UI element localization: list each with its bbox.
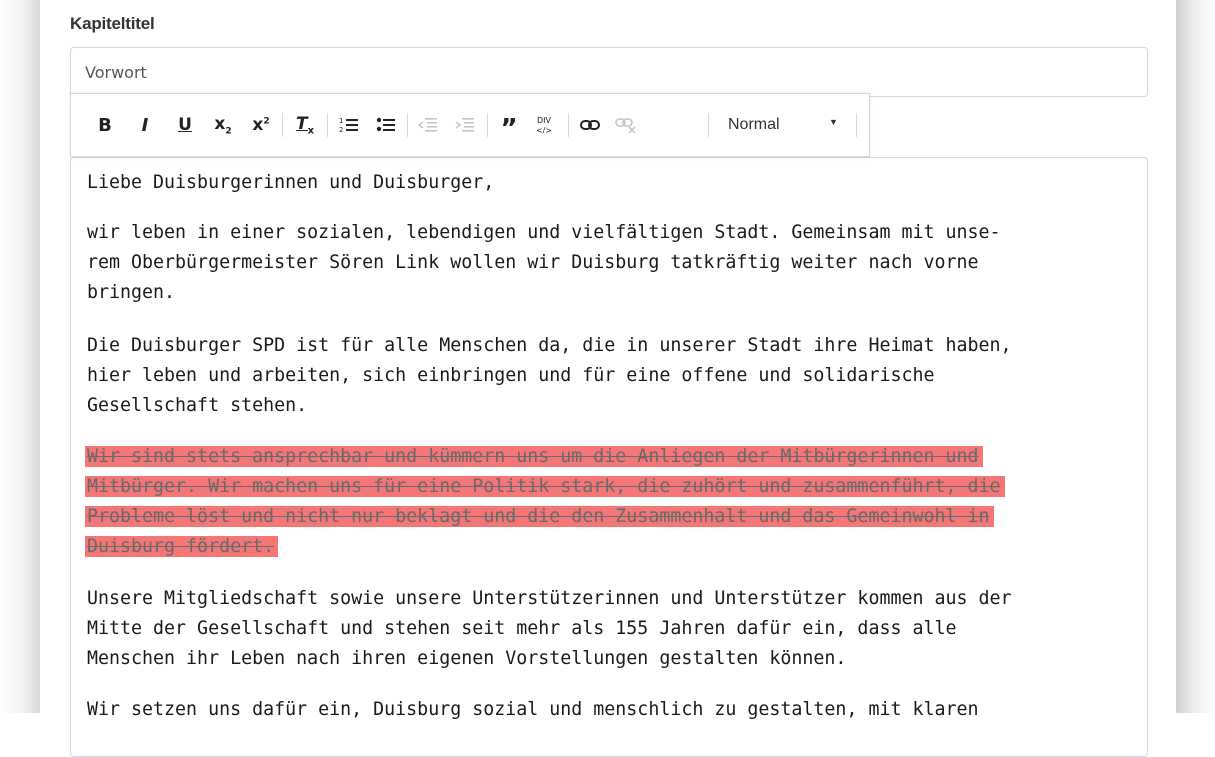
div-button[interactable]: DIV </>: [531, 112, 557, 138]
italic-button[interactable]: I: [135, 112, 155, 138]
subscript-button[interactable]: x2: [211, 112, 235, 138]
toolbar-separator: [282, 113, 283, 137]
svg-text:DIV: DIV: [537, 116, 552, 125]
clear-format-button[interactable]: Tx: [293, 112, 317, 138]
paragraph-line: Wir setzen uns dafür ein, Duisburg sozia…: [87, 699, 979, 720]
chevron-down-icon: ▼: [829, 117, 838, 127]
link-icon: [580, 120, 600, 130]
underline-button[interactable]: U: [174, 112, 196, 138]
superscript-icon: x2: [252, 115, 270, 135]
subscript-icon: x2: [214, 113, 232, 137]
indent-icon: [455, 118, 474, 132]
superscript-button[interactable]: x2: [249, 112, 273, 138]
bold-button[interactable]: B: [95, 112, 115, 138]
editor-paragraph: Liebe Duisburgerinnen und Duisburger,: [87, 168, 494, 198]
unlink-icon: [615, 118, 636, 134]
chapter-title-input[interactable]: [70, 47, 1148, 97]
paragraph-line: Mitte der Gesellschaft und stehen seit m…: [87, 618, 957, 639]
outdent-button[interactable]: [415, 112, 441, 138]
bullet-list-icon: [376, 117, 395, 132]
format-select-value: Normal: [728, 116, 780, 133]
paragraph-line: bringen.: [87, 282, 176, 303]
italic-icon: I: [141, 114, 149, 136]
toolbar-separator: [407, 113, 408, 137]
outdent-icon: [418, 118, 437, 132]
toolbar-separator: [327, 113, 328, 137]
paragraph-line: wir leben in einer sozialen, lebendigen …: [87, 222, 1001, 243]
editor-toolbar: B I U x2 x2 Tx 1 2 ” DIV </> Normal ▼: [70, 93, 870, 157]
svg-text:1: 1: [339, 117, 343, 125]
svg-text:2: 2: [339, 126, 343, 134]
link-button[interactable]: [577, 112, 603, 138]
div-icon: DIV </>: [536, 116, 552, 135]
unlink-button[interactable]: [613, 112, 639, 138]
toolbar-separator: [856, 113, 857, 137]
editor-paragraph: Die Duisburger SPD ist für alle Menschen…: [87, 331, 1012, 421]
deleted-line: Duisburg fördert.: [85, 536, 279, 557]
editor-paragraph: wir leben in einer sozialen, lebendigen …: [87, 218, 1001, 308]
blockquote-button[interactable]: ”: [495, 112, 523, 144]
format-select[interactable]: Normal ▼: [716, 112, 856, 138]
blockquote-icon: ”: [500, 114, 518, 144]
paragraph-line: hier leben und arbeiten, sich einbringen…: [87, 365, 935, 386]
deleted-line: Probleme löst und nicht nur beklagt und …: [85, 506, 994, 527]
ordered-list-icon: 1 2: [339, 117, 358, 134]
editor-paragraph: Wir setzen uns dafür ein, Duisburg sozia…: [87, 695, 979, 725]
page-shadow-right: [1176, 0, 1215, 713]
toolbar-separator: [568, 113, 569, 137]
indent-button[interactable]: [452, 112, 478, 138]
svg-text:</>: </>: [536, 126, 552, 135]
chapter-title-label: Kapiteltitel: [70, 14, 155, 33]
paragraph-line: Liebe Duisburgerinnen und Duisburger,: [87, 172, 495, 193]
ordered-list-button[interactable]: 1 2: [337, 112, 361, 138]
deleted-line: Wir sind stets ansprechbar und kümmern u…: [85, 446, 983, 467]
paragraph-line: Die Duisburger SPD ist für alle Menschen…: [87, 335, 1012, 356]
bold-icon: B: [98, 114, 112, 136]
bullet-list-button[interactable]: [374, 112, 398, 138]
deleted-line: Mitbürger. Wir machen uns für eine Polit…: [85, 476, 1005, 497]
deleted-paragraph: Wir sind stets ansprechbar und kümmern u…: [85, 442, 1005, 562]
paragraph-line: rem Oberbürgermeister Sören Link wollen …: [87, 252, 979, 273]
clear-format-icon: Tx: [295, 113, 315, 137]
paragraph-line: Gesellschaft stehen.: [87, 395, 308, 416]
paragraph-line: Menschen ihr Leben nach ihren eigenen Vo…: [87, 648, 847, 669]
page-shadow-left: [0, 0, 40, 713]
editor-paragraph: Unsere Mitgliedschaft sowie unsere Unter…: [87, 584, 1012, 674]
toolbar-separator: [708, 113, 709, 137]
paragraph-line: Unsere Mitgliedschaft sowie unsere Unter…: [87, 588, 1012, 609]
toolbar-separator: [487, 113, 488, 137]
underline-icon: U: [178, 115, 192, 135]
